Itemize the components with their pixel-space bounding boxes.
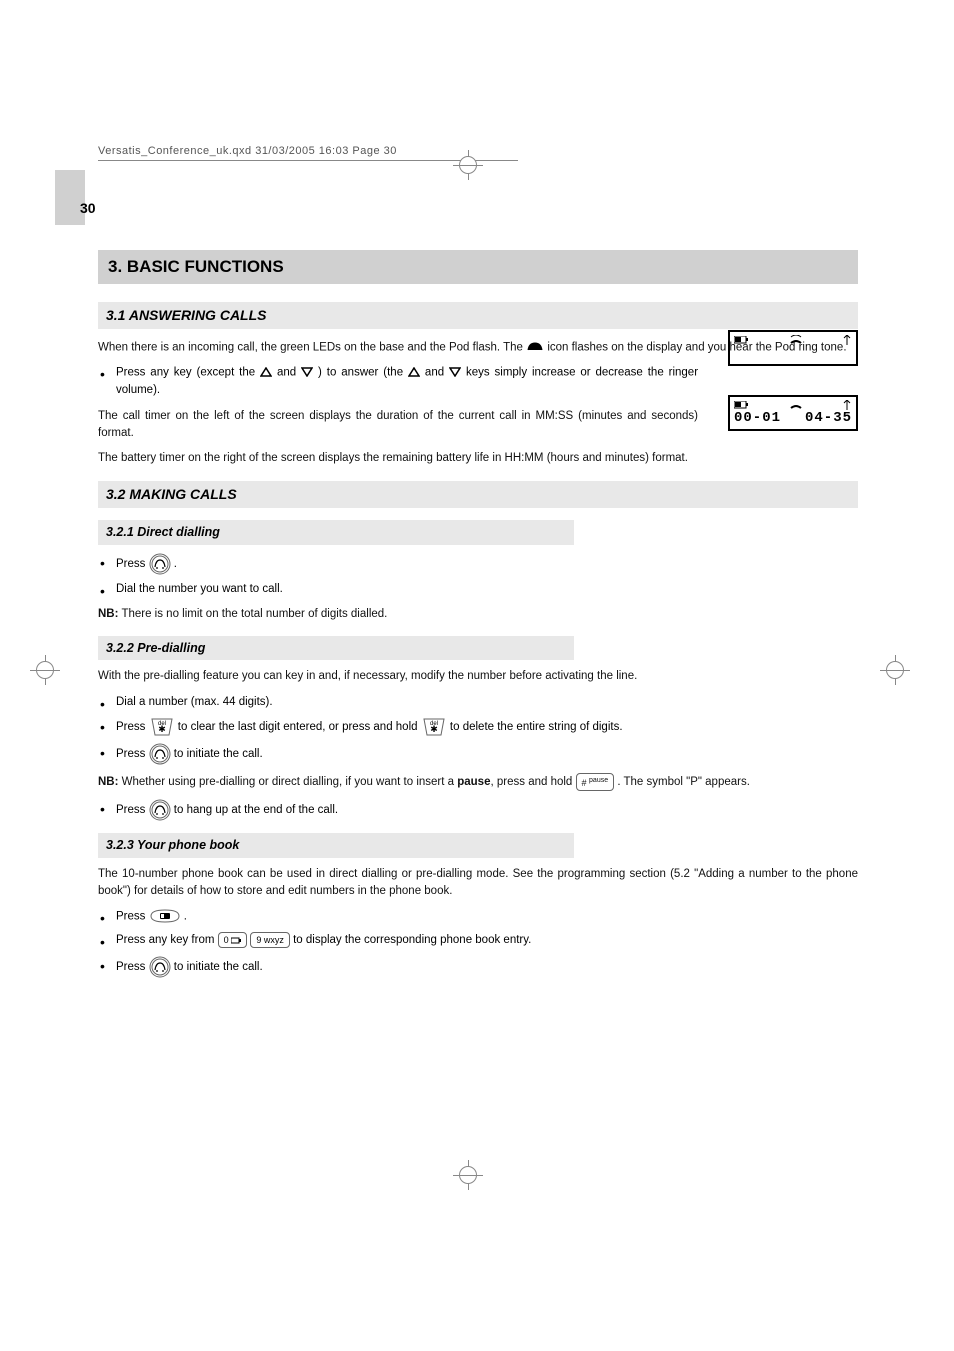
star-key-icon: del✱ [421, 717, 447, 737]
lcd-display-call-timer: 00-01 04-35 [728, 395, 858, 431]
para-predial-intro: With the pre-dialling feature you can ke… [98, 668, 858, 685]
call-button-icon [149, 799, 171, 821]
battery-icon [734, 399, 750, 410]
heading-basic-functions: 3. BASIC FUNCTIONS [98, 250, 858, 284]
svg-text:✱: ✱ [430, 724, 438, 734]
registration-mark-icon [30, 655, 60, 685]
list-item: Dial the number you want to call. [98, 581, 858, 598]
battery-timer-value: 04-35 [805, 410, 852, 426]
list-item: Press . [98, 553, 858, 575]
signal-icon [842, 334, 852, 345]
heading-pre-dialling: 3.2.2 Pre-dialling [98, 636, 574, 661]
key-9-icon: 9 wxyz [250, 932, 290, 948]
handset-icon [789, 399, 803, 410]
triangle-up-icon [260, 364, 272, 381]
list-item: Press any key from 0 9 wxyz to display t… [98, 932, 858, 949]
triangle-down-icon [301, 364, 313, 381]
signal-icon [842, 399, 852, 410]
list-item: Press to hang up at the end of the call. [98, 799, 858, 821]
list-item: Dial a number (max. 44 digits). [98, 694, 858, 711]
triangle-down-icon [449, 364, 461, 381]
heading-making-calls: 3.2 MAKING CALLS [98, 481, 858, 508]
call-button-icon [149, 956, 171, 978]
heading-phone-book: 3.2.3 Your phone book [98, 833, 574, 858]
registration-mark-icon [880, 655, 910, 685]
para-battery-timer: The battery timer on the right of the sc… [98, 450, 698, 467]
page-number: 30 [80, 200, 96, 216]
call-timer-value: 00-01 [734, 410, 781, 426]
doc-header: Versatis_Conference_uk.qxd 31/03/2005 16… [98, 145, 397, 157]
svg-text:✱: ✱ [158, 724, 166, 734]
handset-curl-icon [526, 339, 544, 356]
call-button-icon [149, 553, 171, 575]
lcd-display-incoming [728, 330, 858, 366]
handset-icon [789, 334, 803, 345]
list-item: Press to initiate the call. [98, 956, 858, 978]
main-content: 3. BASIC FUNCTIONS 3.1 ANSWERING CALLS [98, 250, 858, 984]
call-button-icon [149, 743, 171, 765]
registration-mark-icon [453, 150, 483, 180]
triangle-up-icon [408, 364, 420, 381]
battery-icon [734, 334, 750, 345]
hash-pause-key-icon: # pause [576, 773, 615, 791]
registration-mark-icon [453, 1160, 483, 1190]
list-item: Press . [98, 908, 858, 926]
list-item: Press del✱ to clear the last digit enter… [98, 717, 858, 737]
para-phonebook-intro: The 10-number phone book can be used in … [98, 866, 858, 901]
list-item: Press any key (except the and ) to answe… [98, 364, 698, 399]
star-key-icon: del✱ [149, 717, 175, 737]
note: NB: There is no limit on the total numbe… [98, 606, 858, 623]
para-call-timer: The call timer on the left of the screen… [98, 408, 698, 443]
note: NB: Whether using pre-dialling or direct… [98, 773, 858, 791]
phonebook-key-icon [149, 908, 181, 925]
list-item: Press to initiate the call. [98, 743, 858, 765]
heading-direct-dialling: 3.2.1 Direct dialling [98, 520, 574, 545]
key-0-icon: 0 [218, 932, 248, 948]
page-tab [55, 170, 85, 225]
heading-answering-calls: 3.1 ANSWERING CALLS [98, 302, 858, 329]
